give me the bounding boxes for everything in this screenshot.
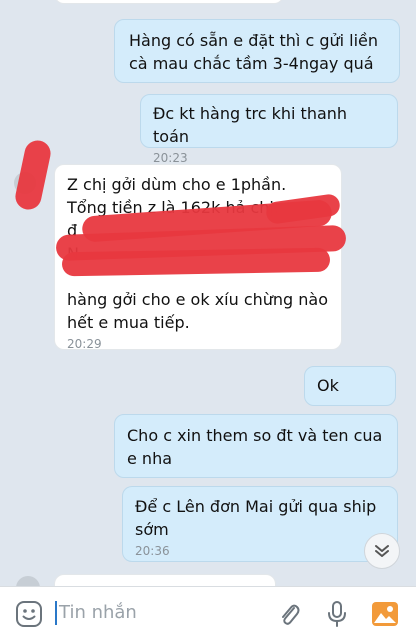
microphone-icon xyxy=(328,601,346,627)
message-input[interactable]: Tin nhắn xyxy=(55,601,137,625)
scroll-to-bottom-button[interactable] xyxy=(364,533,400,569)
attach-icon xyxy=(282,604,300,625)
message-text-line: Z chị gởi dùm cho e 1phần. xyxy=(67,175,287,194)
emoji-button[interactable] xyxy=(14,599,44,629)
message-input-placeholder: Tin nhắn xyxy=(59,602,137,623)
message-outgoing[interactable]: Ok xyxy=(304,366,396,406)
message-outgoing[interactable]: Cho c xin them so đt và ten cua e nha xyxy=(114,414,398,478)
message-composer: Tin nhắn xyxy=(0,586,416,640)
redaction-mark xyxy=(61,247,331,277)
message-outgoing[interactable]: Hàng có sẵn e đặt thì c gửi liền cà mau … xyxy=(114,19,400,83)
redaction-mark xyxy=(13,138,53,212)
contact-avatar[interactable] xyxy=(16,576,40,586)
message-text-line: Hàng có sẵn e đặt thì c gửi liền xyxy=(129,31,379,50)
partial-message-top xyxy=(54,0,284,4)
microphone-button[interactable] xyxy=(322,599,352,629)
message-text-line: e nha xyxy=(127,449,173,468)
message-time: 20:29 xyxy=(67,337,102,351)
image-icon xyxy=(372,602,398,626)
emoji-icon xyxy=(16,601,42,627)
message-text-line: sớm xyxy=(135,520,169,539)
double-chevron-down-icon xyxy=(375,545,389,557)
message-text-line: Cho c xin them so đt và ten cua xyxy=(127,426,383,445)
message-text: Ok xyxy=(317,376,339,395)
message-outgoing[interactable]: Đc kt hàng trc khi thanh toán 20:23 xyxy=(140,94,398,165)
message-text-line: Để c Lên đơn Mai gửi qua ship xyxy=(135,497,377,516)
attach-button[interactable] xyxy=(274,599,304,629)
message-text-line: hàng gởi cho e ok xíu chừng nào xyxy=(67,290,329,309)
message-text: Đc kt hàng trc khi thanh toán xyxy=(153,104,348,146)
message-time: 20:36 xyxy=(135,544,170,558)
message-outgoing[interactable]: Để c Lên đơn Mai gửi qua ship sớm 20:36 xyxy=(122,486,398,562)
chat-area[interactable]: Hàng có sẵn e đặt thì c gửi liền cà mau … xyxy=(0,0,416,586)
message-text-line: cà mau chắc tầm 3-4ngay quá xyxy=(129,54,374,73)
message-text-line: hết e mua tiếp. xyxy=(67,313,190,332)
partial-message-bottom xyxy=(54,574,276,586)
image-button[interactable] xyxy=(370,599,400,629)
